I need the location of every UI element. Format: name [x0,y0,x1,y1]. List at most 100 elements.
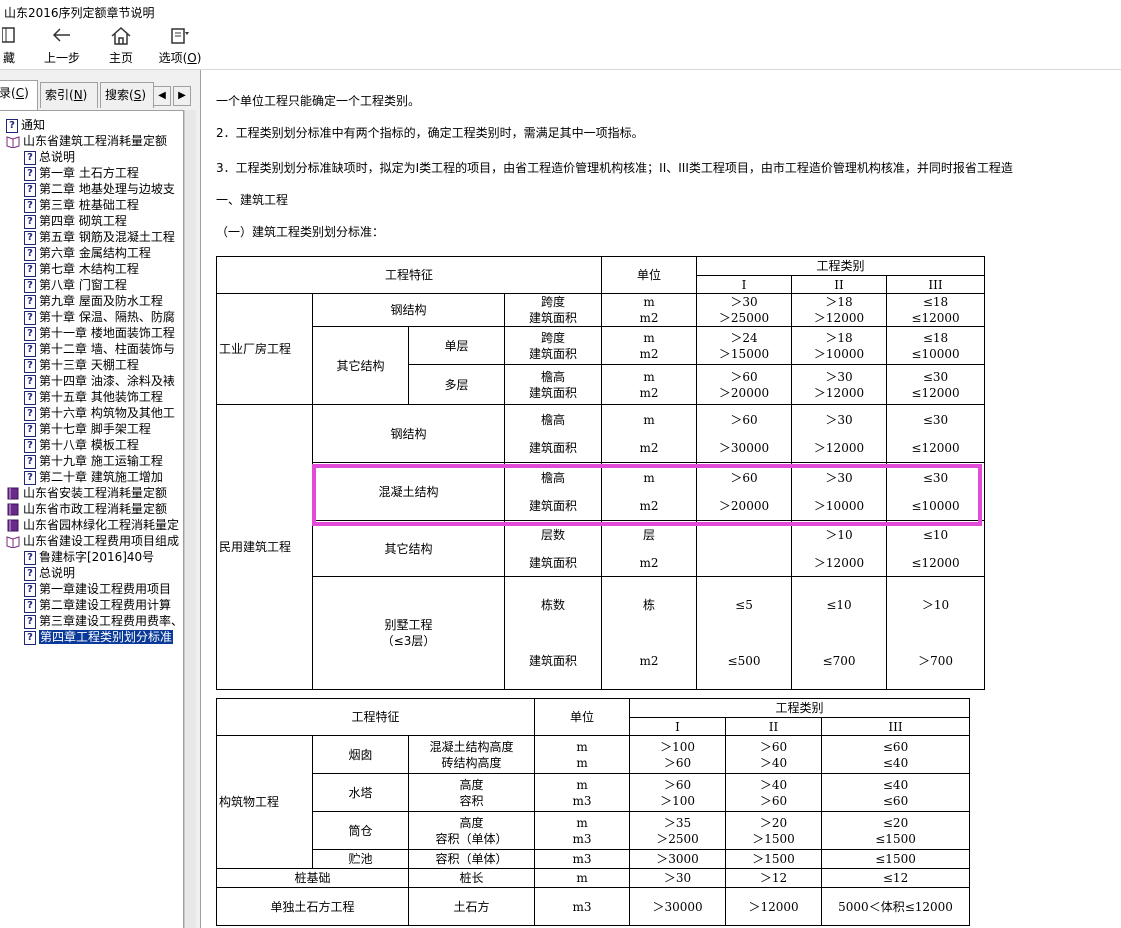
table2-cell: ＞60 [759,739,788,754]
tree-item[interactable]: ? 鲁建标字[2016]40号 [24,549,154,565]
tree-item[interactable]: ? 第一章建设工程费用项目 [24,581,171,597]
table2-unit-m3: m3 [534,849,631,869]
table1-civil-steel-label: 钢结构 [312,404,505,463]
tab-search[interactable]: 搜索(S) [100,82,154,108]
table2-cell: ＞3000 [629,849,727,869]
help-page-icon: ? [24,262,36,277]
table1-area-label: 建筑面积 [529,346,578,361]
tree-item[interactable]: 山东省市政工程消耗量定额 [6,501,167,517]
tree-item[interactable]: ? 第六章 金属结构工程 [24,245,151,261]
help-page-icon: ? [24,326,36,341]
tree-item[interactable]: ? 第三章 桩基础工程 [24,197,139,213]
tab-contents-suffix: ) [24,86,29,100]
toolbar: 藏 上一步 主页 选项(O) [0,24,1121,70]
tree-item[interactable]: ? 第十六章 构筑物及其他工 [24,405,175,421]
tree-item-label: 第十四章 油漆、涂料及裱 [39,374,175,388]
paragraph-3: 3．工程类别划分标准缺项时，拟定为I类工程的项目，由省工程造价管理机构核准；II… [216,161,1013,175]
back-button[interactable]: 上一步 [38,26,86,68]
options-button[interactable]: 选项(O) [156,26,204,68]
table1-cell: ＞30 [730,295,758,309]
tree-vertical-scrollbar[interactable] [184,110,196,928]
hide-button[interactable]: 藏 [0,26,20,68]
hide-panel-icon [0,26,20,50]
tree-item[interactable]: ? 总说明 [24,565,75,581]
tree-item[interactable]: ? 第四章工程类别划分标准 [24,629,174,645]
tree-item[interactable]: ? 第五章 钢筋及混凝土工程 [24,229,175,245]
subsection-heading: （一）建筑工程类别划分标准： [216,225,385,239]
tab-scroll-left-icon[interactable]: ◀ [153,86,171,106]
tree-item[interactable]: ? 第十二章 墙、柱面装饰与 [24,341,175,357]
tree-item[interactable]: ? 第十九章 施工运输工程 [24,453,163,469]
tree-item-label: 山东省建设工程费用项目组成 [23,534,180,548]
help-page-icon: ? [24,454,36,469]
table2-cell: ≤40 [882,777,909,792]
table2-cell: ＞40 [759,777,788,792]
table1-cell: ＞30 [825,470,853,485]
tab-search-label: 搜索( [105,88,134,102]
table1-cell: ≤10 [922,527,949,542]
table1-unit-m2: m2 [639,346,659,361]
tab-index-accesskey: N [73,88,83,102]
tree-item[interactable]: ? 第十八章 模板工程 [24,437,139,453]
table1-cell: ＞20000 [718,385,770,400]
table2-cell: ≤60 [882,793,909,808]
table1-header-class-ii: II [791,275,888,294]
help-page-icon: ? [24,150,36,165]
help-page-icon: ? [24,406,36,421]
table2-cell: ＞2500 [656,831,699,846]
table2-header-category: 工程类别 [629,698,971,718]
table1-cell: ＞18 [825,330,853,345]
tree-item[interactable]: 山东省建筑工程消耗量定额 [6,133,167,149]
table1-header-unit: 单位 [601,256,698,294]
tree-item-label: 总说明 [39,150,76,164]
table1-cell: ＞700 [918,654,953,668]
help-page-icon: ? [24,374,36,389]
tree-item[interactable]: 山东省建设工程费用项目组成 [6,533,179,549]
tab-index[interactable]: 索引(N) [40,82,98,108]
table2-earthwork-project-label: 单独土石方工程 [216,887,409,926]
tree-item[interactable]: ? 第八章 门窗工程 [24,277,127,293]
tree-item[interactable]: ? 第十五章 其他装饰工程 [24,389,163,405]
tree-item[interactable]: ? 第一章 土石方工程 [24,165,139,181]
section-heading: 一、建筑工程 [216,193,289,207]
tree-item[interactable]: 山东省园林绿化工程消耗量定 [6,517,179,533]
table2-unit-m: m [576,755,588,770]
table2-cell: ≤40 [882,755,909,770]
paragraph-2: 2．工程类别划分标准中有两个指标的，确定工程类别时，需满足其中一项指标。 [216,126,644,140]
tree-item[interactable]: ? 第二章 地基处理与边坡支 [24,181,175,197]
tree-item[interactable]: ? 第十章 保温、隔热、防腐 [24,309,175,325]
tree-item[interactable]: ? 第四章 砌筑工程 [24,213,127,229]
tree-item[interactable]: ? 第十一章 楼地面装饰工程 [24,325,175,341]
tree-item[interactable]: ? 第三章建设工程费用费率、 [24,613,183,629]
table1-unit-building: 栋 [643,598,656,612]
contents-tree[interactable]: ? 通知 山东省建筑工程消耗量定额? 总说明? 第一章 土石方工程? 第二章 地基处理与边… [0,110,184,928]
help-page-icon: ? [24,550,36,565]
tab-scroll-right-icon[interactable]: ▶ [173,86,191,106]
tree-item-label: 第二章 地基处理与边坡支 [39,182,175,196]
table1-unit-m2: m2 [639,311,659,325]
tree-item[interactable]: ? 第十四章 油漆、涂料及裱 [24,373,175,389]
tab-contents[interactable]: 录(C) [0,80,38,110]
tree-item[interactable]: ? 总说明 [24,149,75,165]
tree-item-label: 第十六章 构筑物及其他工 [39,406,175,420]
table2-cell: ＞100 [660,739,695,754]
tree-item[interactable]: ? 第十七章 脚手架工程 [24,421,151,437]
tree-item[interactable]: ? 第二章建设工程费用计算 [24,597,171,613]
tree-item[interactable]: ? 第七章 木结构工程 [24,261,139,277]
table2-cell: ＞20 [759,815,788,830]
tree-item[interactable]: ? 通知 [6,117,45,133]
tree-item[interactable]: 山东省安装工程消耗量定额 [6,485,167,501]
options-button-label: 选项( [158,51,188,65]
table1-header-category: 工程类别 [696,256,986,276]
table2-cell: ＞100 [660,793,695,808]
table1-cell: ≤10000 [911,498,960,513]
table2-unit-m3: m3 [572,793,592,808]
tree-item[interactable]: ? 第十三章 天棚工程 [24,357,139,373]
tree-item[interactable]: ? 第九章 屋面及防水工程 [24,293,163,309]
home-button[interactable]: 主页 [104,26,138,68]
tree-item[interactable]: ? 第二十章 建筑施工增加 [24,469,163,485]
window-title-bar: 山东2016序列定额章节说明 [0,0,1121,24]
tree-item-label: 通知 [21,118,46,132]
table1-cell: ＞10000 [813,346,865,361]
back-button-label: 上一步 [43,51,80,65]
